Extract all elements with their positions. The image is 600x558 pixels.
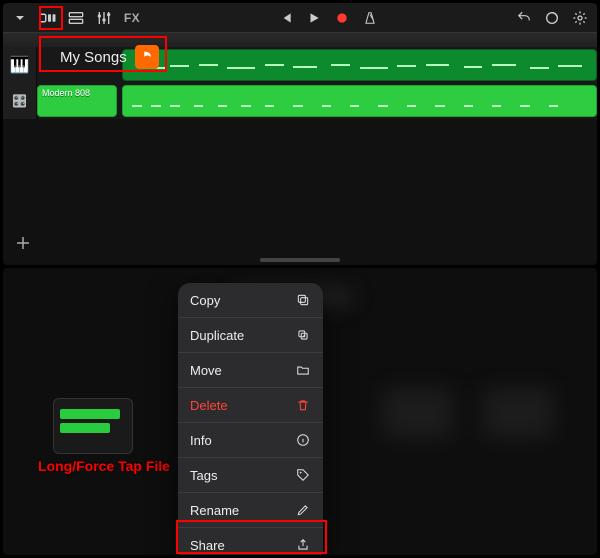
garageband-files: Long/Force Tap File Copy Duplicate Move …	[3, 268, 597, 555]
settings-button[interactable]	[569, 7, 591, 29]
metronome-button[interactable]	[359, 7, 381, 29]
record-icon	[335, 11, 349, 25]
track-2-header[interactable]: 🎛️	[3, 83, 37, 119]
skip-back-icon	[279, 11, 293, 25]
share-icon	[295, 537, 311, 553]
menu-label: Share	[190, 538, 225, 553]
menu-item-copy[interactable]: Copy	[178, 283, 323, 318]
play-button[interactable]	[303, 7, 325, 29]
project-thumbnail[interactable]	[53, 398, 133, 454]
menu-label: Tags	[190, 468, 217, 483]
gear-icon	[572, 10, 588, 26]
menu-item-info[interactable]: Info	[178, 423, 323, 458]
go-to-start-button[interactable]	[275, 7, 297, 29]
garageband-editor: FX 🎹	[3, 3, 597, 265]
region-label: Modern 808	[42, 88, 90, 98]
rows-icon	[68, 11, 84, 25]
menu-label: Rename	[190, 503, 239, 518]
plus-icon	[14, 234, 32, 252]
loop-icon	[544, 10, 560, 26]
track-2-region-b[interactable]	[122, 85, 597, 117]
sampler-icon: 🎛️	[12, 94, 27, 108]
menu-item-delete[interactable]: Delete	[178, 388, 323, 423]
menu-item-tags[interactable]: Tags	[178, 458, 323, 493]
menu-label: Move	[190, 363, 222, 378]
mixer-button[interactable]	[93, 7, 115, 29]
tag-icon	[295, 467, 311, 483]
menu-item-rename[interactable]: Rename	[178, 493, 323, 528]
midi-notes	[123, 50, 596, 80]
menu-label: Copy	[190, 293, 220, 308]
sliders-icon	[96, 10, 112, 26]
tracks-view-button[interactable]	[65, 7, 87, 29]
pencil-icon	[295, 502, 311, 518]
metronome-icon	[363, 10, 377, 26]
folder-icon	[295, 362, 311, 378]
add-track-button[interactable]	[11, 231, 35, 255]
trash-icon	[295, 397, 311, 413]
menu-label: Duplicate	[190, 328, 244, 343]
grid-view-button[interactable]	[37, 7, 59, 29]
drag-handle[interactable]	[260, 258, 340, 262]
context-menu: Copy Duplicate Move Delete Info	[178, 283, 323, 555]
loop-browser-button[interactable]	[541, 7, 563, 29]
menu-item-share[interactable]: Share	[178, 528, 323, 555]
copy-icon	[295, 292, 311, 308]
menu-label: Info	[190, 433, 212, 448]
menu-item-duplicate[interactable]: Duplicate	[178, 318, 323, 353]
menu-label: Delete	[190, 398, 228, 413]
info-icon	[295, 432, 311, 448]
dropdown-button[interactable]	[9, 7, 31, 29]
track-2[interactable]: 🎛️ Modern 808	[3, 83, 597, 119]
my-songs-label: My Songs	[60, 49, 127, 66]
piano-icon: 🎹	[10, 55, 30, 75]
track-2-region-a[interactable]: Modern 808	[37, 85, 117, 117]
midi-notes	[123, 86, 596, 116]
undo-icon	[516, 11, 532, 25]
blocks-icon	[39, 11, 57, 25]
fx-button[interactable]: FX	[121, 7, 143, 29]
track-2-body[interactable]: Modern 808	[37, 83, 597, 119]
toolbar: FX	[3, 3, 597, 33]
menu-item-move[interactable]: Move	[178, 353, 323, 388]
track-1-header[interactable]: 🎹	[3, 47, 37, 83]
undo-button[interactable]	[513, 7, 535, 29]
garageband-icon	[135, 45, 159, 69]
track-1-region[interactable]	[122, 49, 597, 81]
triangle-down-icon	[14, 12, 26, 24]
my-songs-button[interactable]: My Songs	[50, 41, 169, 73]
duplicate-icon	[295, 327, 311, 343]
record-button[interactable]	[331, 7, 353, 29]
play-icon	[307, 11, 321, 25]
annotation-tap-label: Long/Force Tap File	[38, 458, 170, 474]
